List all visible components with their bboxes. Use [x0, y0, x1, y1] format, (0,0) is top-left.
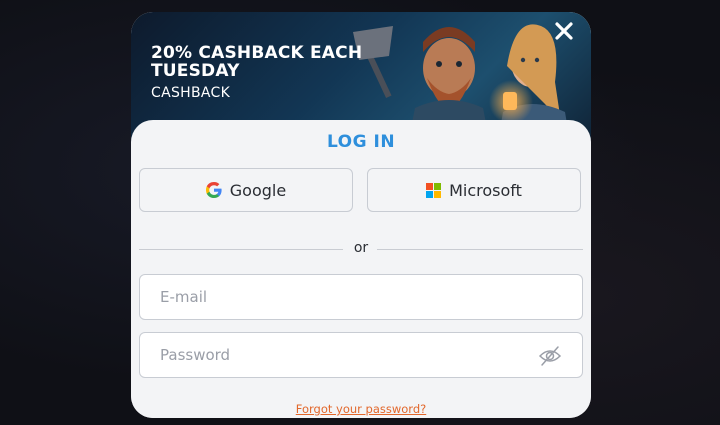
banner-subtitle: CASHBACK	[151, 85, 231, 101]
banner-title: 20% CASHBACK EACH TUESDAY	[151, 43, 363, 81]
email-input[interactable]	[140, 275, 582, 319]
login-modal: 20% CASHBACK EACH TUESDAY CASHBACK LOG I…	[131, 12, 591, 418]
close-icon	[555, 22, 573, 40]
microsoft-login-button[interactable]: Microsoft	[367, 168, 581, 212]
login-title: LOG IN	[326, 132, 396, 152]
forgot-password-link[interactable]: Forgot your password?	[131, 402, 591, 416]
microsoft-icon	[426, 182, 442, 198]
close-button[interactable]	[553, 20, 575, 42]
google-label: Google	[229, 180, 287, 200]
toggle-password-visibility-button[interactable]	[538, 345, 562, 367]
microsoft-label: Microsoft	[449, 180, 522, 200]
login-form: LOG IN Google Microsoft or E-mail Forgot…	[131, 120, 591, 418]
google-login-button[interactable]: Google	[139, 168, 353, 212]
email-field[interactable]	[139, 274, 583, 320]
google-icon	[205, 182, 222, 198]
password-field[interactable]	[139, 332, 583, 378]
divider-line-right	[377, 249, 583, 250]
or-divider: or	[139, 240, 583, 258]
eye-slash-icon	[538, 346, 562, 366]
divider-text: or	[353, 240, 369, 256]
password-input[interactable]	[140, 333, 582, 377]
